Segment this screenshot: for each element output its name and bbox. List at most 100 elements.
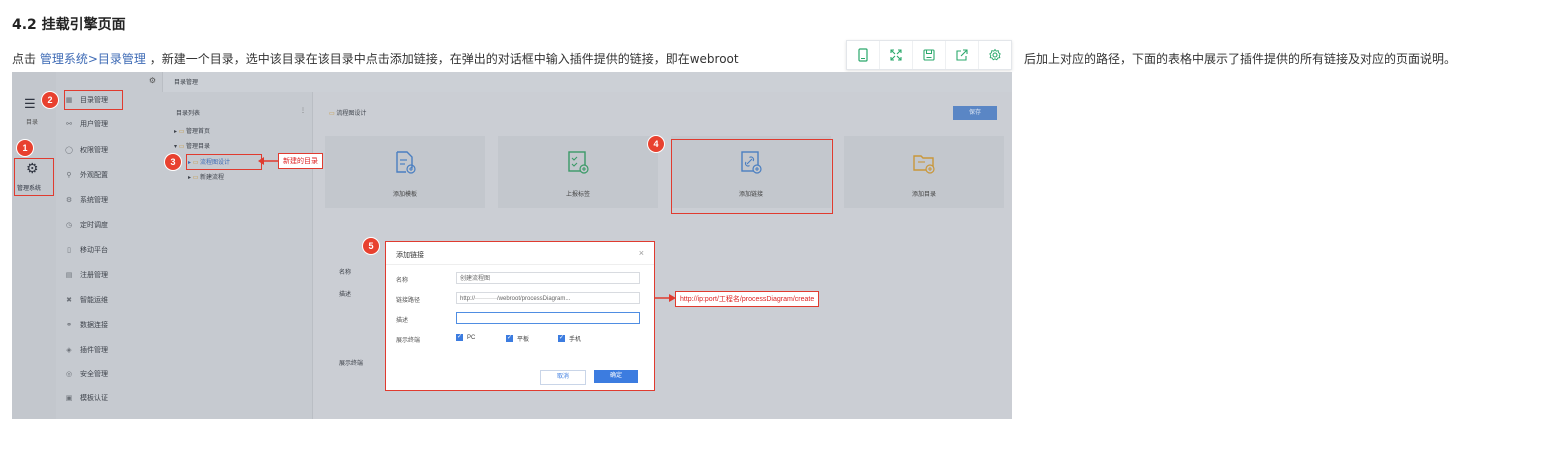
screenshot-rail: ☰ 目录 ⚙ 管理系统 xyxy=(12,72,56,419)
check-icon: ✓ xyxy=(506,335,513,342)
card-label: 添加模板 xyxy=(392,192,417,198)
folder-icon: ▭ xyxy=(178,144,185,150)
card-add-directory[interactable]: 添加目录 xyxy=(844,136,1004,208)
certificate-icon: ▣ xyxy=(65,395,73,402)
card-add-template[interactable]: 添加模板 xyxy=(325,136,485,208)
save-icon xyxy=(923,49,935,61)
settings-icon xyxy=(989,48,1001,61)
folder-icon: ▭ xyxy=(178,129,185,135)
checkbox-pc[interactable]: ✓ PC xyxy=(456,334,475,341)
share-icon xyxy=(956,49,968,61)
register-icon: ▤ xyxy=(65,272,73,279)
highlight-new-dir xyxy=(186,154,262,170)
menu-item-appearance[interactable]: ⚲ 外观配置 xyxy=(64,167,108,183)
check-icon: ✓ xyxy=(456,334,463,341)
section-heading: 4.2 挂载引擎页面 xyxy=(12,17,126,33)
card-label: 添加目录 xyxy=(911,192,936,198)
name-label: 名称 xyxy=(396,278,409,284)
directory-tree-panel: 目录列表 ⋮ ▸ ▭ 管理首页 ▾ ▭ 管理目录 ▸ ▭ 流程图设计 ▸ ▭ 新… xyxy=(162,92,313,419)
highlight-add-link xyxy=(671,139,833,214)
expand-icon xyxy=(890,49,902,61)
menu-item-datasource[interactable]: ⚭ 数据连接 xyxy=(64,317,108,333)
highlight-system xyxy=(14,158,54,196)
step-badge-5: 5 xyxy=(363,238,379,254)
add-link-dialog: 添加链接 × 名称 创建流程图 链接路径 http://···········/… xyxy=(385,241,655,391)
bg-desc-label: 描述 xyxy=(339,292,352,298)
link-icon: ⚭ xyxy=(66,322,72,329)
tree-header: 目录列表 xyxy=(176,111,201,117)
confirm-button[interactable]: 确定 xyxy=(594,370,638,383)
gear-icon: ⚙ xyxy=(65,197,73,204)
floating-toolbar xyxy=(846,40,1012,70)
arrow-new-dir xyxy=(258,157,279,165)
screenshot-menu: ⚙ ▦ 目录管理 ⚯ 用户管理 ◯ 权限管理 ⚲ 外观配置 ⚙ 系统管理 ◷ 定时调度 ▯ 移… xyxy=(56,72,163,419)
add-folder-icon xyxy=(913,155,935,174)
desc-label: 描述 xyxy=(396,318,409,324)
mobile-icon xyxy=(858,48,868,62)
clock-icon: ◷ xyxy=(65,222,73,229)
card-label: 上报标签 xyxy=(565,192,590,198)
menu-item-template-auth[interactable]: ▣ 模板认证 xyxy=(64,390,108,406)
menu-item-system[interactable]: ⚙ 系统管理 xyxy=(64,192,108,208)
plugin-icon: ◈ xyxy=(66,347,72,354)
step-badge-4: 4 xyxy=(648,136,664,152)
check-icon: ✓ xyxy=(558,335,565,342)
lock-icon: ◯ xyxy=(65,147,73,154)
menu-item-users[interactable]: ⚯ 用户管理 xyxy=(64,116,108,132)
menu-item-mobile[interactable]: ▯ 移动平台 xyxy=(64,242,108,258)
menu-item-security[interactable]: ◎ 安全管理 xyxy=(64,366,108,382)
tree-item-home[interactable]: ▸ ▭ 管理首页 xyxy=(174,126,210,135)
callout-url: http://ip:port/工程名/processDiagram/create xyxy=(675,291,820,307)
admin-screenshot: 目录管理 ☰ 目录 ⚙ 管理系统 ⚙ ▦ 目录管理 ⚯ 用户管理 ◯ 权限管理 ⚲ 外观… xyxy=(12,72,1012,419)
checkbox-tablet[interactable]: ✓ 平板 xyxy=(506,334,529,343)
tree-item-new-flow[interactable]: ▸ ▭ 新建流程 xyxy=(188,172,224,181)
directory-save-button[interactable]: 保存 xyxy=(953,106,997,120)
brush-icon: ⚲ xyxy=(66,172,72,179)
step-badge-2: 2 xyxy=(42,92,58,108)
report-tag-icon xyxy=(568,151,589,174)
checkbox-phone[interactable]: ✓ 手机 xyxy=(558,334,581,343)
para-middle: ，新建一个目录，选中该目录在该目录中点击添加链接，在弹出的对话框中输入插件提供的… xyxy=(145,52,739,66)
close-icon[interactable]: × xyxy=(639,248,644,258)
user-icon: ⚯ xyxy=(66,121,72,128)
desc-field[interactable] xyxy=(456,312,640,324)
terminal-label: 展示终端 xyxy=(396,338,421,344)
menu-item-ops[interactable]: ✖ 智能运维 xyxy=(64,292,108,308)
menu-item-plugins[interactable]: ◈ 插件管理 xyxy=(64,342,108,358)
menu-item-schedule[interactable]: ◷ 定时调度 xyxy=(64,217,108,233)
para-suffix: 后加上对应的路径，下面的表格中展示了插件提供的所有链接及对应的页面说明。 xyxy=(1024,52,1457,66)
name-field[interactable]: 创建流程图 xyxy=(456,272,640,284)
save-button[interactable] xyxy=(913,41,946,69)
folder-icon: ▭ xyxy=(329,111,335,117)
topbar-title: 目录管理 xyxy=(174,80,199,86)
step-badge-1: 1 xyxy=(17,140,33,156)
menu-item-register[interactable]: ▤ 注册管理 xyxy=(64,267,108,283)
mobile-preview-button[interactable] xyxy=(847,41,880,69)
cancel-button[interactable]: 取消 xyxy=(540,370,586,385)
tree-more-icon[interactable]: ⋮ xyxy=(300,107,306,114)
path-field[interactable]: http://···········/webroot/processDiagra… xyxy=(456,292,640,304)
dialog-divider xyxy=(386,264,654,265)
callout-new-dir: 新建的目录 xyxy=(278,153,323,169)
add-template-icon xyxy=(396,151,416,174)
rail-dir-label: 目录 xyxy=(26,120,39,126)
admin-path-link[interactable]: 管理系统>目录管理 xyxy=(40,52,146,66)
folder-icon: ▭ xyxy=(192,175,199,181)
menu-item-permissions[interactable]: ◯ 权限管理 xyxy=(64,142,108,158)
ops-icon: ✖ xyxy=(66,297,72,304)
dialog-title: 添加链接 xyxy=(396,252,424,259)
menu-settings-icon[interactable]: ⚙ xyxy=(149,76,156,85)
settings-button[interactable] xyxy=(979,41,1011,69)
highlight-directory-menu xyxy=(64,90,123,110)
card-report-tag[interactable]: 上报标签 xyxy=(498,136,658,208)
step-badge-3: 3 xyxy=(165,154,181,170)
menu-list-icon[interactable]: ☰ xyxy=(24,96,36,112)
para-prefix: 点击 xyxy=(12,52,40,66)
mobile-icon: ▯ xyxy=(67,247,71,254)
share-button[interactable] xyxy=(946,41,979,69)
bg-name-label: 名称 xyxy=(339,270,352,276)
expand-button[interactable] xyxy=(880,41,913,69)
path-label: 链接路径 xyxy=(396,298,421,304)
tree-item-admin-dir[interactable]: ▾ ▭ 管理目录 xyxy=(174,141,210,150)
shield-icon: ◎ xyxy=(65,371,73,378)
